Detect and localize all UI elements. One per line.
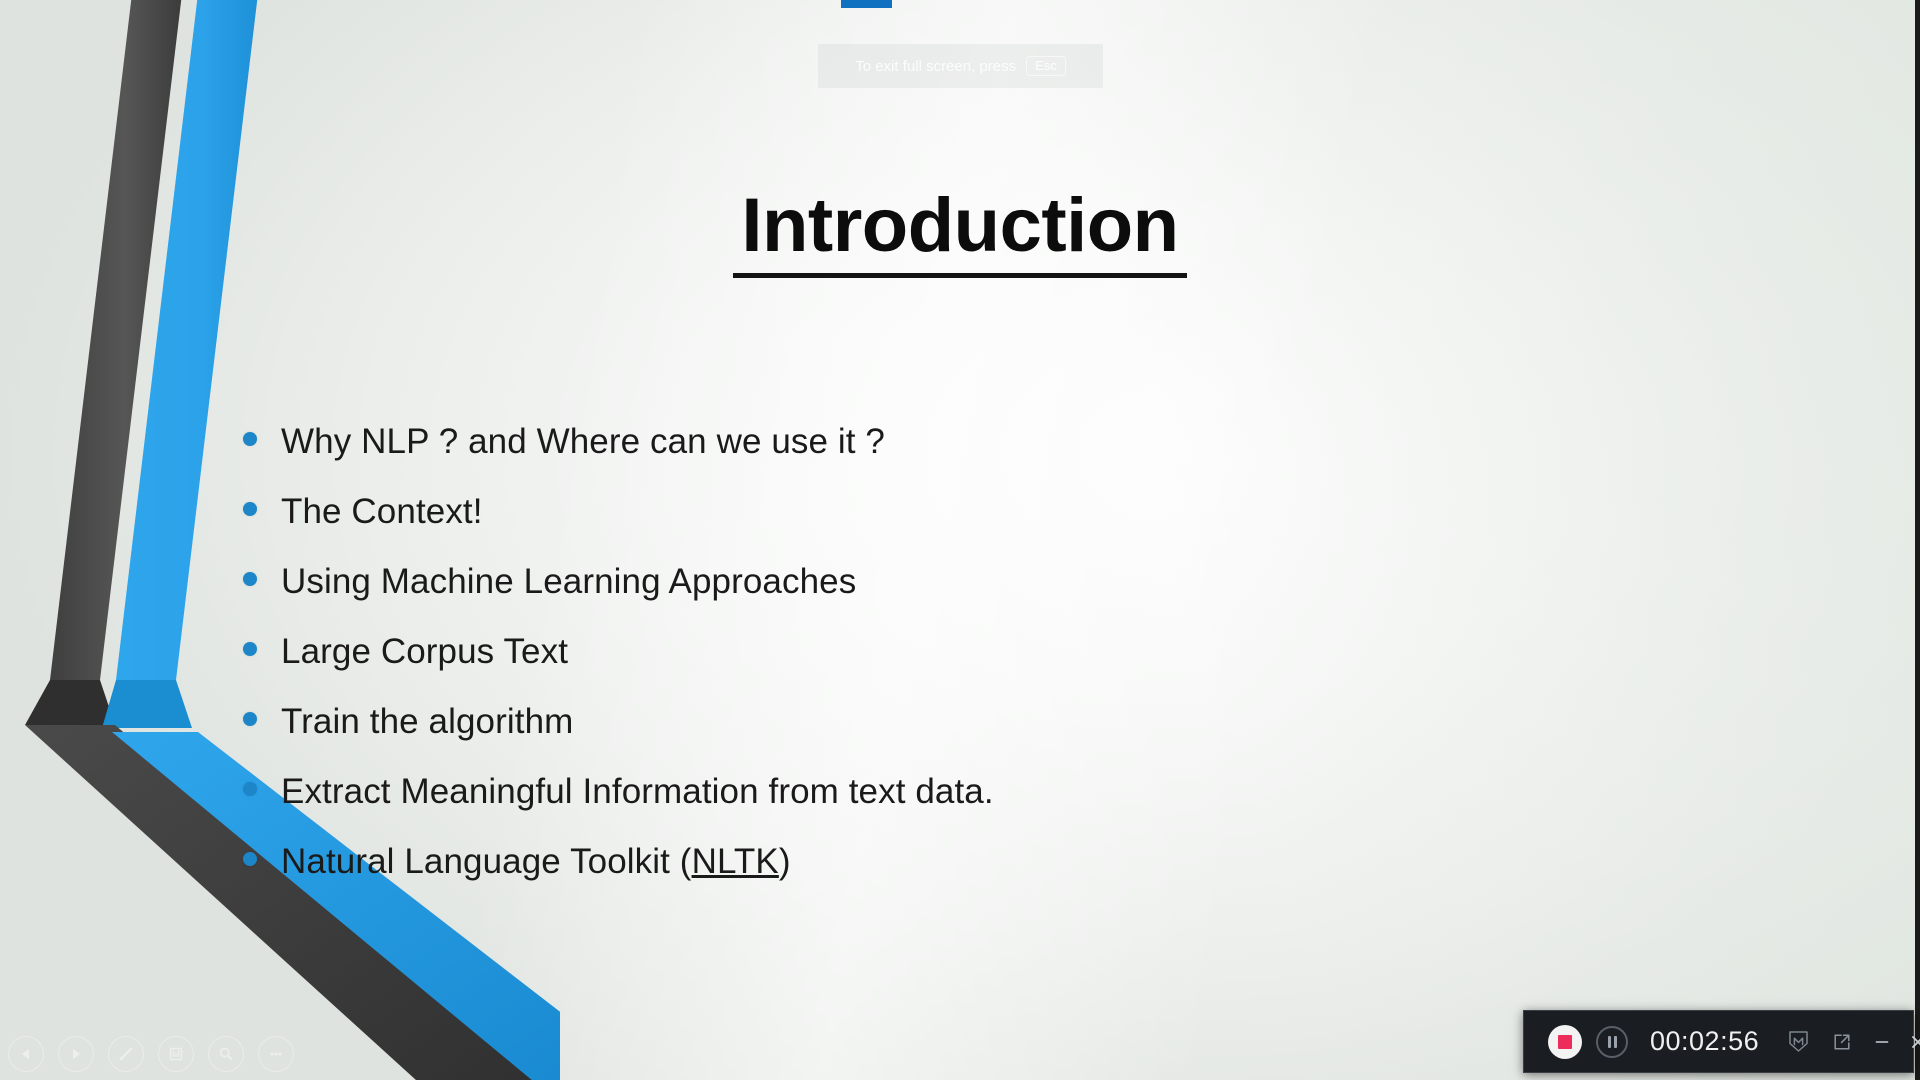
bullet-text: Train the algorithm <box>281 702 574 741</box>
slide-bullet-list: Why NLP ? and Where can we use it ? The … <box>243 420 1503 910</box>
close-icon <box>1912 1035 1920 1048</box>
external-link-icon <box>1834 1033 1850 1050</box>
magnifier-icon <box>219 1047 233 1061</box>
esc-key-badge: Esc <box>1026 56 1066 76</box>
ellipsis-icon <box>270 1052 282 1056</box>
presentation-slide: Introduction Why NLP ? and Where can we … <box>0 0 1920 1080</box>
bullet-dot-icon <box>243 572 257 586</box>
bullet-text-with-link[interactable]: Natural Language Toolkit (NLTK) <box>281 840 791 884</box>
pause-bar-icon <box>1607 1035 1611 1048</box>
minimize-icon <box>1875 1040 1889 1043</box>
stop-recording-button[interactable] <box>1548 1024 1582 1059</box>
triangle-left-icon <box>22 1049 29 1059</box>
bullet-text: Using Machine Learning Approaches <box>281 562 857 601</box>
list-item: Train the algorithm <box>243 700 1503 744</box>
list-item: The Context! <box>243 490 1503 534</box>
slide-title-block: Introduction <box>0 188 1920 278</box>
bullet-dot-icon <box>243 852 257 866</box>
bullet-dot-icon <box>243 782 257 796</box>
stop-square-icon <box>1558 1034 1572 1049</box>
minimize-button[interactable] <box>1867 1027 1897 1057</box>
list-item: Large Corpus Text <box>243 630 1503 674</box>
recording-timer: 00:02:56 <box>1650 1026 1760 1056</box>
list-item: Natural Language Toolkit (NLTK) <box>243 840 1503 884</box>
bullet-dot-icon <box>243 712 257 726</box>
fullscreen-hint-text: To exit full screen, press <box>855 57 1017 75</box>
pause-recording-button[interactable] <box>1596 1025 1628 1058</box>
zoom-slide-button[interactable] <box>208 1036 244 1072</box>
movavi-brand-button[interactable] <box>1783 1027 1813 1057</box>
triangle-right-icon <box>73 1049 80 1059</box>
next-slide-button[interactable] <box>58 1036 94 1072</box>
slide-right-border <box>1915 0 1920 1080</box>
close-button[interactable] <box>1903 1027 1920 1057</box>
bullet-text: The Context! <box>281 492 483 531</box>
shield-m-icon <box>1788 1031 1808 1052</box>
page-title: Introduction <box>733 188 1187 278</box>
all-slides-button[interactable] <box>158 1036 194 1072</box>
popout-window-button[interactable] <box>1827 1027 1857 1057</box>
bullet-dot-icon <box>243 642 257 656</box>
list-item: Extract Meaningful Information from text… <box>243 770 1503 814</box>
bullet-text: Large Corpus Text <box>281 632 569 671</box>
bullet-text: Why NLP ? and Where can we use it ? <box>281 422 885 461</box>
pen-tools-button[interactable] <box>108 1036 144 1072</box>
top-accent-bar <box>841 0 892 8</box>
bullet-dot-icon <box>243 502 257 516</box>
pen-icon <box>119 1047 133 1061</box>
grid-icon <box>169 1047 183 1061</box>
fullscreen-hint-toast: To exit full screen, press Esc <box>818 44 1103 88</box>
list-item: Using Machine Learning Approaches <box>243 560 1503 604</box>
bullet-dot-icon <box>243 432 257 446</box>
bullet-text: Extract Meaningful Information from text… <box>281 772 994 811</box>
previous-slide-button[interactable] <box>8 1036 44 1072</box>
screen-recorder-toolbar[interactable]: 00:02:56 <box>1523 1010 1920 1073</box>
pause-bar-icon <box>1613 1035 1617 1048</box>
slideshow-navigation-toolbar[interactable] <box>8 1036 294 1072</box>
more-options-button[interactable] <box>258 1036 294 1072</box>
list-item: Why NLP ? and Where can we use it ? <box>243 420 1503 464</box>
